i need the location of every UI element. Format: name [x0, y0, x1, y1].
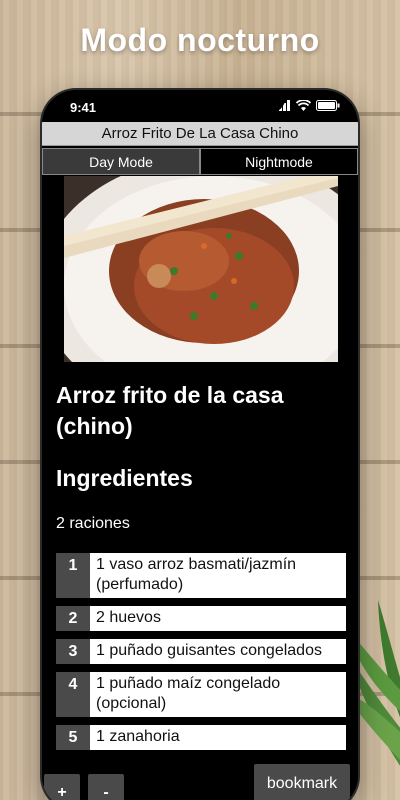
promo-title: Modo nocturno — [80, 22, 320, 58]
ingredient-row: 1 1 vaso arroz basmati/jazmín (perfumado… — [56, 553, 346, 598]
ingredient-text: 1 vaso arroz basmati/jazmín (perfumado) — [90, 553, 346, 598]
ingredient-number: 1 — [56, 553, 90, 598]
increase-servings-button[interactable]: + — [44, 774, 80, 800]
mode-tabs: Day Mode Nightmode — [42, 148, 358, 175]
app-title-bar: Arroz Frito De La Casa Chino — [42, 122, 358, 146]
ingredient-number: 5 — [56, 725, 90, 750]
phone-notch — [114, 90, 286, 114]
tab-nightmode[interactable]: Nightmode — [200, 148, 358, 175]
ingredient-text: 1 puñado guisantes congelados — [90, 639, 346, 664]
phone-frame: 9:41 Arroz Frito De La Casa Chino Day Mo… — [42, 90, 358, 800]
ingredient-number: 4 — [56, 672, 90, 717]
tab-day-mode[interactable]: Day Mode — [42, 148, 200, 175]
bottom-controls: + - bookmark — [42, 758, 358, 800]
ingredient-number: 2 — [56, 606, 90, 631]
recipe-content: Arroz frito de la casa (chino) Ingredien… — [56, 380, 346, 750]
ingredient-row: 2 2 huevos — [56, 606, 346, 631]
ingredient-row: 5 1 zanahoria — [56, 725, 346, 750]
ingredient-text: 1 zanahoria — [90, 725, 346, 750]
ingredient-row: 4 1 puñado maíz congelado (opcional) — [56, 672, 346, 717]
ingredients-heading: Ingredientes — [56, 465, 193, 491]
recipe-title: Arroz frito de la casa (chino) — [56, 382, 284, 439]
battery-icon — [316, 100, 340, 111]
decrease-servings-button[interactable]: - — [88, 774, 124, 800]
ingredient-text: 2 huevos — [90, 606, 346, 631]
ingredient-number: 3 — [56, 639, 90, 664]
servings-text: 2 raciones — [56, 515, 130, 532]
bookmark-button[interactable]: bookmark — [254, 764, 350, 800]
wifi-icon — [296, 100, 311, 111]
ingredient-text: 1 puñado maíz congelado (opcional) — [90, 672, 346, 717]
ingredient-row: 3 1 puñado guisantes congelados — [56, 639, 346, 664]
status-time: 9:41 — [70, 100, 97, 115]
recipe-photo — [64, 176, 338, 362]
ingredient-list: 1 1 vaso arroz basmati/jazmín (perfumado… — [56, 553, 346, 750]
